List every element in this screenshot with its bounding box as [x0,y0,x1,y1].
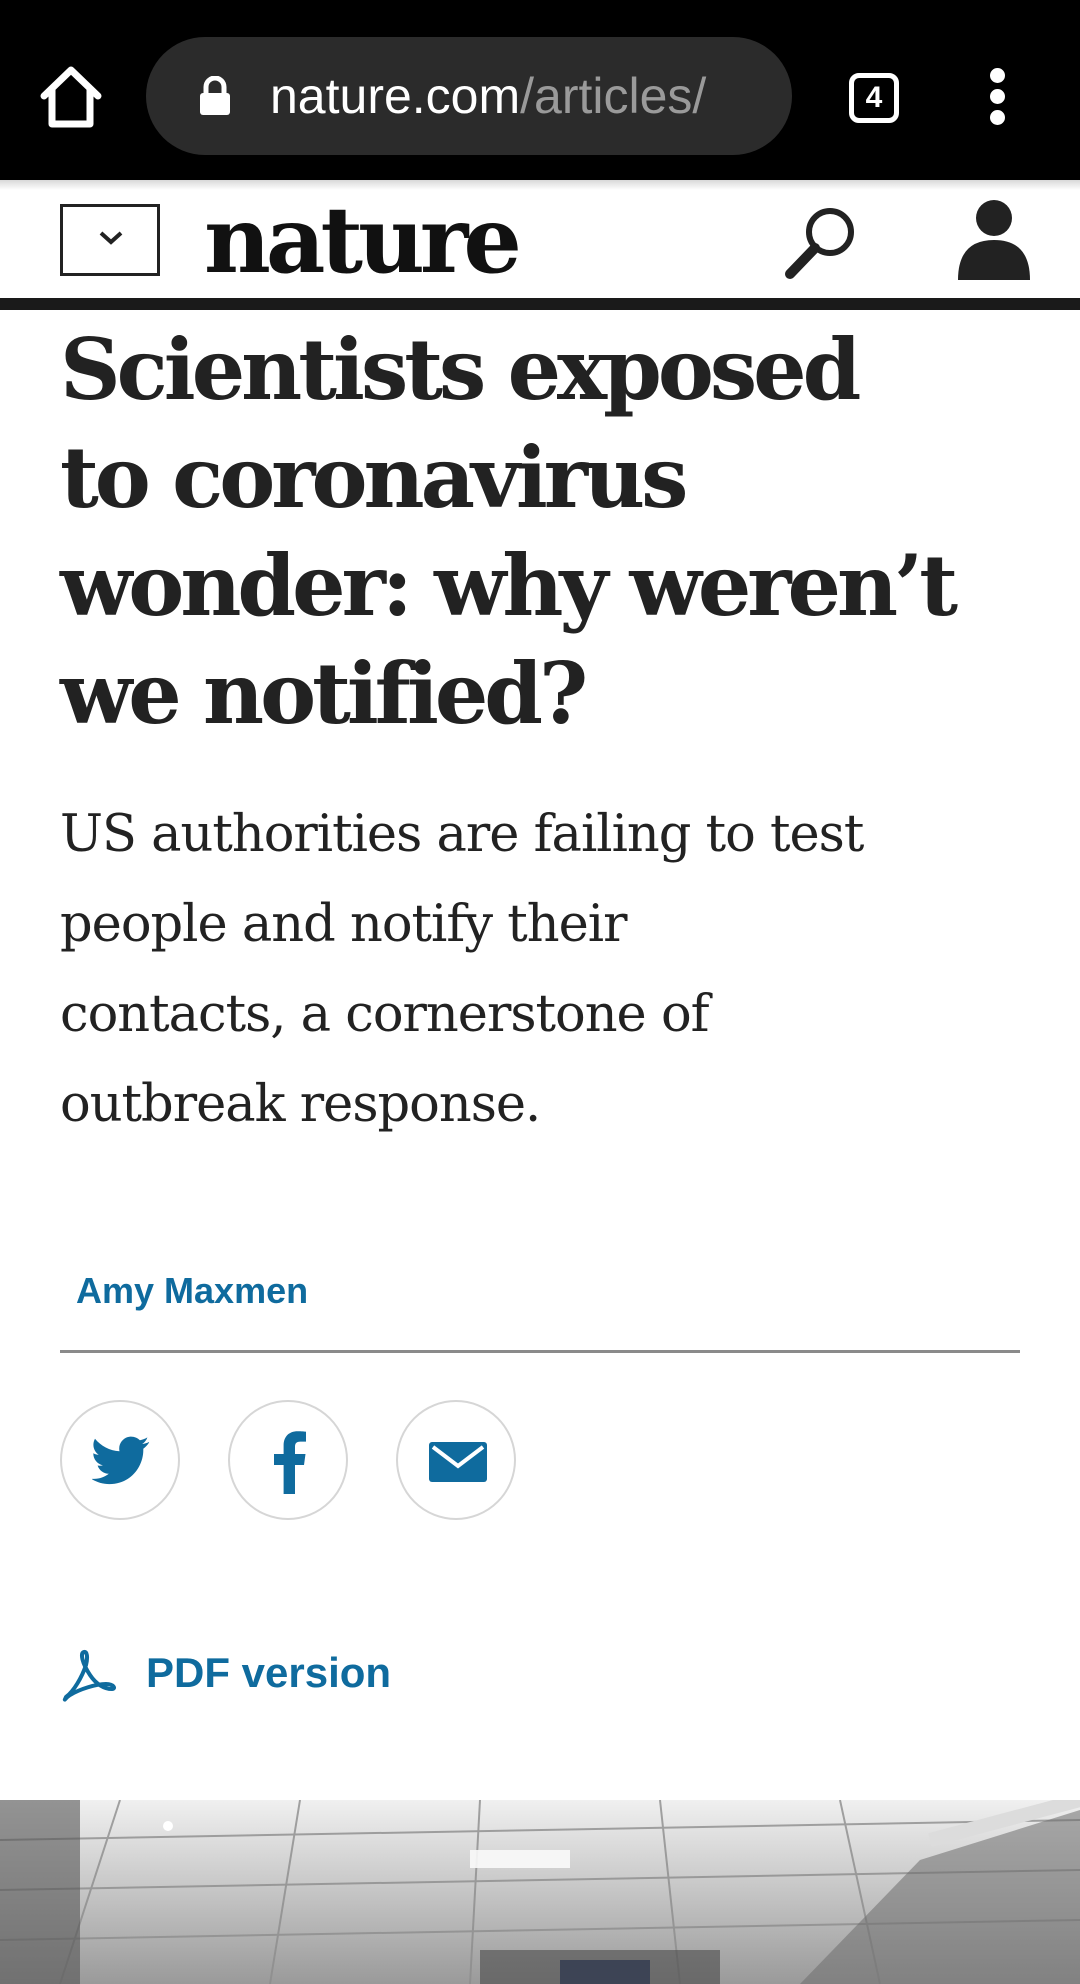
article-standfirst: US authorities are failing to test peopl… [60,790,960,1150]
search-icon [785,208,854,279]
share-email-button[interactable] [396,1400,516,1520]
headline-line: wonder: why weren’t [60,536,958,635]
standfirst-line: outbreak response. [60,1075,541,1134]
more-vert-icon[interactable] [978,68,1018,125]
search-button[interactable] [782,202,862,282]
standfirst-line: people and notify their [60,895,627,954]
article-headline: Scientists exposed to coronavirus wonder… [60,316,1020,748]
headline-line: to coronavirus [60,428,688,527]
nature-logo[interactable]: nature [204,185,522,295]
url-path: /articles/ [520,68,707,124]
site-menu-dropdown[interactable] [60,204,160,276]
tab-switcher-button[interactable]: 4 [849,73,899,123]
lock-icon [200,76,230,115]
chevron-down-icon [99,231,123,245]
acrobat-pdf-icon [62,1649,116,1702]
home-icon [40,66,102,128]
headline-line: we notified? [60,644,588,743]
site-header: nature [0,180,1080,310]
article-hero-image [0,1800,1080,1984]
url-text: nature.com/articles/ [270,37,770,155]
twitter-icon [92,1436,150,1485]
browser-toolbar: nature.com/articles/ 4 [0,0,1080,180]
email-icon [429,1442,487,1482]
home-button[interactable] [36,62,106,132]
header-rule [0,298,1080,310]
url-domain: nature.com [270,68,521,124]
author-divider [60,1350,1020,1353]
address-bar[interactable]: nature.com/articles/ [146,37,792,155]
facebook-icon [274,1431,306,1494]
account-button[interactable] [956,198,1032,284]
hero-image-photo [0,1800,1080,1984]
author-link[interactable]: Amy Maxmen [76,1270,308,1312]
standfirst-line: contacts, a cornerstone of [60,985,710,1044]
headline-line: Scientists exposed [60,320,861,419]
share-facebook-button[interactable] [228,1400,348,1520]
pdf-version-label: PDF version [146,1649,392,1696]
standfirst-line: US authorities are failing to test [60,805,864,864]
share-twitter-button[interactable] [60,1400,180,1520]
header-shadow [0,180,1080,190]
account-icon [958,200,1030,280]
